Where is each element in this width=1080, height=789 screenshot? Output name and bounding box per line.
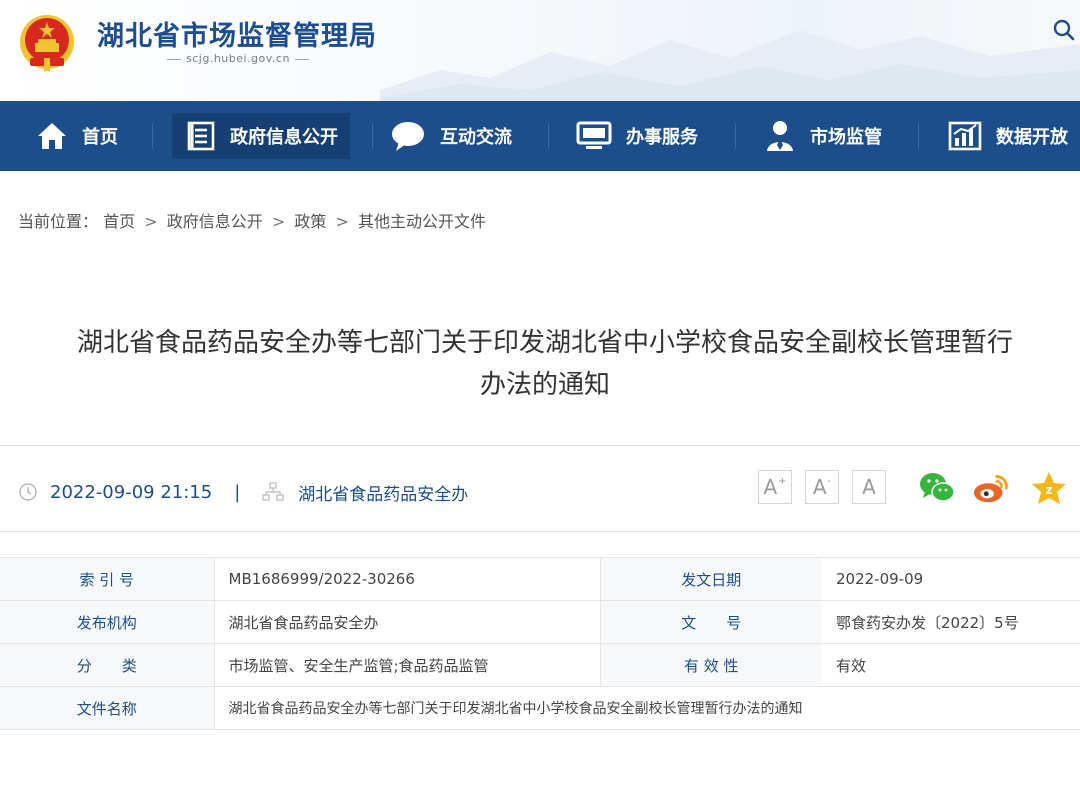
nav-item-market-supervision[interactable]: 市场监管: [764, 101, 882, 171]
index-number-label: 索 引 号: [0, 557, 214, 601]
weibo-icon[interactable]: [972, 470, 1010, 506]
font-decrease-label: A: [812, 475, 827, 499]
document-info-table: 索 引 号 MB1686999/2022-30266 发文日期 2022-09-…: [0, 557, 1080, 730]
nav-divider: [372, 123, 373, 149]
article-meta: 2022-09-09 21:15 | 湖北省食品药品安全办: [18, 478, 468, 506]
font-reset-label: A: [862, 475, 876, 499]
divider: [0, 531, 1080, 532]
breadcrumb-prefix: 当前位置：: [18, 212, 99, 231]
table-row: 发布机构 湖北省食品药品安全办 文 号 鄂食药安办发〔2022〕5号: [0, 600, 1080, 644]
chat-bubble-icon: [392, 122, 424, 151]
breadcrumb-link-gov-info[interactable]: 政府信息公开: [167, 212, 263, 231]
nav-label: 政府信息公开: [230, 127, 338, 148]
font-increase-label: A: [763, 475, 778, 499]
home-icon: [38, 123, 66, 149]
search-icon[interactable]: [1052, 18, 1076, 42]
publish-date: 2022-09-09 21:15: [50, 481, 213, 503]
meta-divider: |: [234, 481, 241, 503]
bar-chart-icon: [948, 121, 982, 151]
inspector-icon: [767, 121, 793, 151]
font-increase-sup: +: [778, 475, 787, 487]
site-domain: scjg.hubei.gov.cn: [162, 52, 314, 65]
nav-divider: [548, 123, 549, 149]
nav-item-home[interactable]: 首页: [36, 101, 118, 171]
article-title: 湖北省食品药品安全办等七部门关于印发湖北省中小学校食品安全副校长管理暂行 办法的…: [30, 322, 1060, 406]
mountain-background: [380, 30, 1080, 101]
organization-icon: [262, 482, 284, 501]
favorite-star-icon[interactable]: z: [1030, 470, 1068, 506]
font-increase-button[interactable]: A +: [758, 470, 792, 504]
document-number-value: 鄂食药安办发〔2022〕5号: [822, 600, 1080, 644]
breadcrumb-link-other-files[interactable]: 其他主动公开文件: [358, 212, 486, 231]
nav-label: 数据开放: [996, 127, 1068, 148]
nav-label: 首页: [82, 127, 118, 148]
nav-label: 市场监管: [810, 127, 882, 148]
document-list-icon: [187, 121, 215, 151]
breadcrumb-link-policy[interactable]: 政策: [294, 212, 326, 231]
document-number-label: 文 号: [599, 600, 822, 644]
wechat-icon[interactable]: [918, 470, 956, 506]
category-label: 分 类: [0, 643, 214, 687]
nav-label: 互动交流: [440, 127, 512, 148]
issuing-agency-label: 发布机构: [0, 600, 214, 644]
table-row: 索 引 号 MB1686999/2022-30266 发文日期 2022-09-…: [0, 557, 1080, 601]
issue-date-label: 发文日期: [599, 557, 822, 601]
nav-item-open-data[interactable]: 数据开放: [948, 101, 1068, 171]
table-row: 文件名称 湖北省食品药品安全办等七部门关于印发湖北省中小学校食品安全副校长管理暂…: [0, 686, 1080, 730]
divider: [0, 445, 1080, 446]
font-reset-button[interactable]: A: [852, 470, 886, 504]
monitor-icon: [576, 121, 612, 149]
publish-source: 湖北省食品药品安全办: [298, 484, 469, 505]
validity-label: 有 效 性: [599, 643, 822, 687]
breadcrumb-separator: >: [335, 212, 349, 231]
font-decrease-sup: -: [827, 475, 832, 487]
nav-divider: [918, 123, 919, 149]
validity-value: 有效: [822, 643, 1080, 687]
site-title[interactable]: 湖北省市场监督管理局: [97, 14, 377, 53]
nav-divider: [735, 123, 736, 149]
nav-item-gov-info[interactable]: 政府信息公开: [172, 101, 350, 171]
breadcrumb-separator: >: [271, 212, 286, 231]
breadcrumb: 当前位置： 首页 > 政府信息公开 > 政策 > 其他主动公开文件: [18, 208, 486, 232]
nav-divider: [152, 123, 153, 149]
index-number-value: MB1686999/2022-30266: [213, 557, 601, 601]
breadcrumb-link-home[interactable]: 首页: [103, 212, 135, 231]
file-name-label: 文件名称: [0, 686, 214, 730]
svg-text:z: z: [1046, 483, 1053, 497]
nav-item-services[interactable]: 办事服务: [576, 101, 698, 171]
breadcrumb-separator: >: [144, 212, 158, 231]
clock-icon: [19, 483, 37, 501]
national-emblem-icon: [20, 15, 74, 71]
font-decrease-button[interactable]: A-: [805, 470, 839, 504]
file-name-value: 湖北省食品药品安全办等七部门关于印发湖北省中小学校食品安全副校长管理暂行办法的通…: [213, 686, 1080, 730]
issue-date-value: 2022-09-09: [822, 557, 1080, 601]
nav-item-interaction[interactable]: 互动交流: [390, 101, 512, 171]
issuing-agency-value: 湖北省食品药品安全办: [213, 600, 601, 644]
main-navigation: 首页 政府信息公开 互动交流 办事服务 市场监管 数据开放: [0, 101, 1080, 171]
category-value: 市场监管、安全生产监管;食品药品监管: [213, 643, 601, 687]
article-title-line: 湖北省食品药品安全办等七部门关于印发湖北省中小学校食品安全副校长管理暂行: [76, 328, 1013, 358]
site-header: 湖北省市场监督管理局 scjg.hubei.gov.cn: [0, 0, 1080, 101]
article-title-line: 办法的通知: [479, 370, 610, 400]
nav-label: 办事服务: [626, 127, 698, 148]
table-row: 分 类 市场监管、安全生产监管;食品药品监管 有 效 性 有效: [0, 643, 1080, 687]
